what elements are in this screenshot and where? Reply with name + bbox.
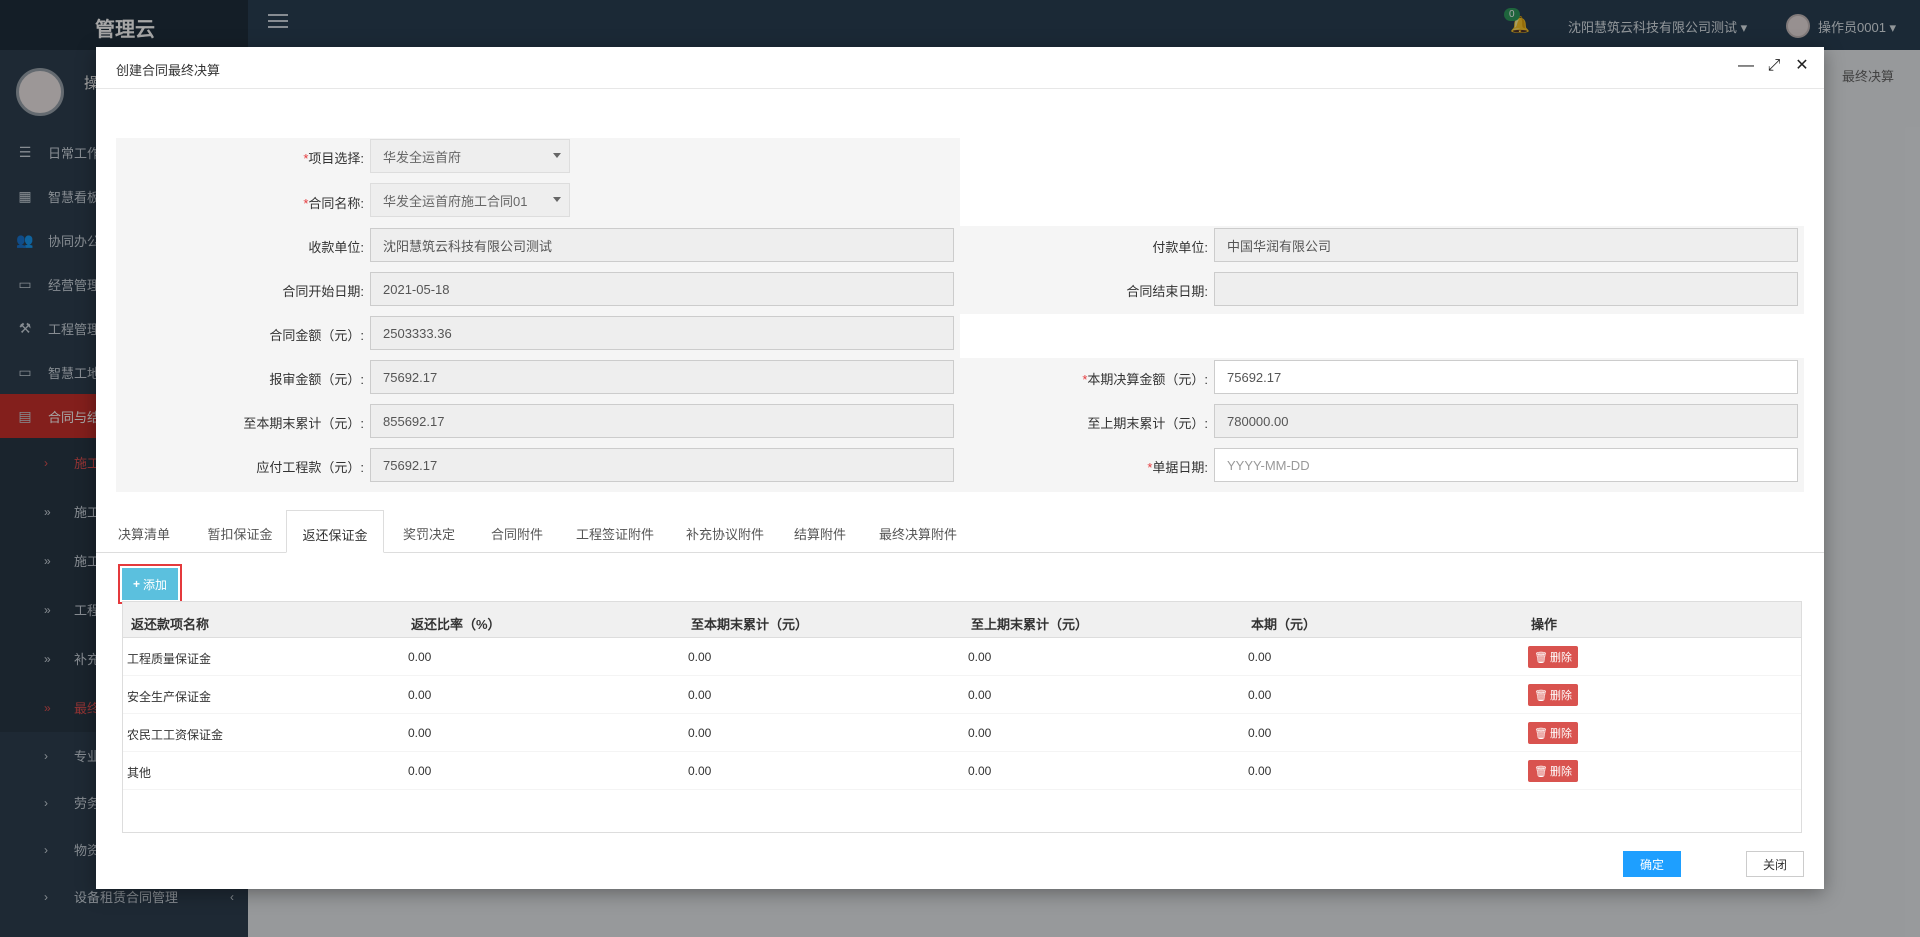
table-row: 农民工工资保证金 0.00 0.00 0.00 0.00 🗑 删除 — [123, 714, 1801, 752]
table-row: 工程质量保证金 0.00 0.00 0.00 0.00 🗑 删除 — [123, 638, 1801, 676]
tab-bar: 决算清单 暂扣保证金 返还保证金 奖罚决定 合同附件 工程签证附件 补充协议附件… — [96, 510, 1824, 553]
contract-amount-label: 合同金额（元）: — [269, 328, 364, 343]
cumulative-current-input[interactable]: 855692.17 — [370, 404, 954, 438]
payee-label: 收款单位: — [308, 240, 364, 255]
trash-icon: 🗑 — [1534, 651, 1548, 664]
column-header: 至本期末累计（元） — [691, 617, 809, 632]
caret-down-icon — [553, 197, 561, 202]
table-header: 返还款项名称 返还比率（%） 至本期末累计（元） 至上期末累计（元） 本期（元）… — [123, 602, 1801, 638]
caret-down-icon — [553, 153, 561, 158]
column-header: 本期（元） — [1251, 617, 1317, 632]
table-row: 其他 0.00 0.00 0.00 0.00 🗑 删除 — [123, 752, 1801, 790]
settlement-form: *项目选择: 华发全运首府 *合同名称: 华发全运首府施工合同01 收款单位: … — [116, 138, 1804, 492]
tab-visa-attachments[interactable]: 工程签证附件 — [560, 510, 670, 553]
end-date-input[interactable] — [1214, 272, 1798, 306]
contract-amount-input[interactable]: 2503333.36 — [370, 316, 954, 350]
end-date-label: 合同结束日期: — [1126, 284, 1208, 299]
start-date-label: 合同开始日期: — [282, 284, 364, 299]
add-button[interactable]: + 添加 — [118, 564, 182, 604]
payer-label: 付款单位: — [1152, 240, 1208, 255]
delete-button[interactable]: 🗑 删除 — [1528, 646, 1578, 668]
cumulative-current-label: 至本期末累计（元）: — [243, 416, 364, 431]
tab-supplement-attachments[interactable]: 补充协议附件 — [670, 510, 780, 553]
modal-controls: — ⤢ ✕ — [1738, 57, 1810, 75]
returned-deposit-table: 返还款项名称 返还比率（%） 至本期末累计（元） 至上期末累计（元） 本期（元）… — [122, 601, 1802, 833]
payer-input[interactable]: 中国华润有限公司 — [1214, 228, 1798, 262]
review-amount-label: 报审金额（元）: — [269, 372, 364, 387]
delete-button[interactable]: 🗑 删除 — [1528, 722, 1578, 744]
trash-icon: 🗑 — [1534, 765, 1548, 778]
close-icon[interactable]: ✕ — [1794, 57, 1810, 75]
tab-settlement-attachments[interactable]: 结算附件 — [780, 510, 860, 553]
plus-icon: + — [132, 577, 140, 591]
cumulative-previous-input[interactable]: 780000.00 — [1214, 404, 1798, 438]
start-date-input[interactable]: 2021-05-18 — [370, 272, 954, 306]
document-date-input[interactable]: YYYY-MM-DD — [1214, 448, 1798, 482]
column-header: 返还比率（%） — [411, 617, 501, 632]
minimize-icon[interactable]: — — [1738, 57, 1754, 75]
maximize-icon[interactable]: ⤢ — [1766, 57, 1782, 75]
close-button[interactable]: 关闭 — [1746, 851, 1804, 877]
payable-label: 应付工程款（元）: — [256, 460, 364, 475]
column-header: 返还款项名称 — [131, 617, 210, 632]
modal-title: 创建合同最终决算 — [116, 63, 221, 78]
trash-icon: 🗑 — [1534, 689, 1548, 702]
table-row: 安全生产保证金 0.00 0.00 0.00 0.00 🗑 删除 — [123, 676, 1801, 714]
column-header: 操作 — [1531, 617, 1558, 632]
current-settlement-input[interactable]: 75692.17 — [1214, 360, 1798, 394]
project-select[interactable]: 华发全运首府 — [370, 139, 570, 173]
cumulative-previous-label: 至上期末累计（元）: — [1087, 416, 1208, 431]
tab-returned-deposit[interactable]: 返还保证金 — [286, 510, 384, 553]
contract-name-select[interactable]: 华发全运首府施工合同01 — [370, 183, 570, 217]
document-date-label: *单据日期: — [1147, 460, 1208, 475]
tab-withheld-deposit[interactable]: 暂扣保证金 — [192, 510, 288, 553]
tab-final-settlement-attachments[interactable]: 最终决算附件 — [860, 510, 976, 553]
tab-settlement-list[interactable]: 决算清单 — [96, 510, 192, 553]
confirm-button[interactable]: 确定 — [1623, 851, 1681, 877]
review-amount-input[interactable]: 75692.17 — [370, 360, 954, 394]
column-header: 至上期末累计（元） — [971, 617, 1089, 632]
current-settlement-label: *本期决算金额（元）: — [1082, 372, 1208, 387]
trash-icon: 🗑 — [1534, 727, 1548, 740]
tab-rewards-penalties[interactable]: 奖罚决定 — [384, 510, 474, 553]
modal-header: 创建合同最终决算 — ⤢ ✕ — [96, 47, 1824, 89]
contract-name-label: *合同名称: — [303, 196, 364, 211]
create-final-settlement-modal: 创建合同最终决算 — ⤢ ✕ *项目选择: 华发全运首府 *合同名称: 华发全运… — [96, 47, 1824, 889]
tab-contract-attachments[interactable]: 合同附件 — [474, 510, 560, 553]
payee-input[interactable]: 沈阳慧筑云科技有限公司测试 — [370, 228, 954, 262]
delete-button[interactable]: 🗑 删除 — [1528, 760, 1578, 782]
payable-input[interactable]: 75692.17 — [370, 448, 954, 482]
delete-button[interactable]: 🗑 删除 — [1528, 684, 1578, 706]
project-label: *项目选择: — [303, 151, 364, 166]
